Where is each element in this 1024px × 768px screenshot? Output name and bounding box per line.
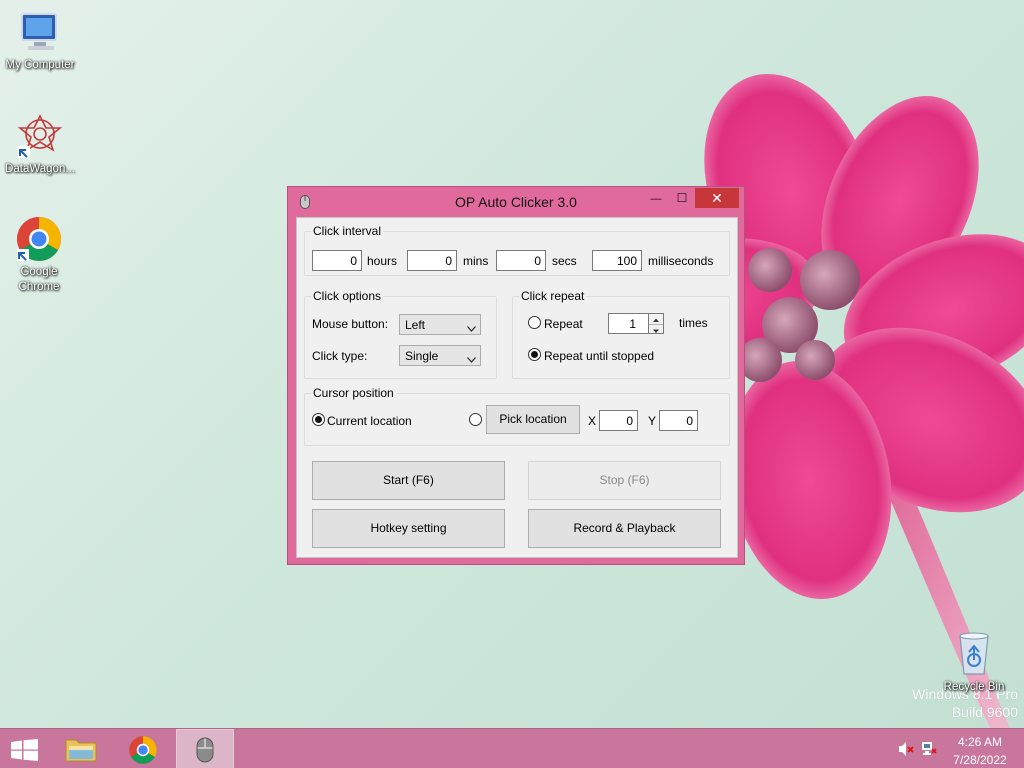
click-type-select[interactable]: Single xyxy=(399,345,481,366)
click-interval-label: Click interval xyxy=(311,224,384,238)
mouse-button-select[interactable]: Left xyxy=(399,314,481,335)
taskbar-op-auto-clicker[interactable] xyxy=(176,729,234,768)
milliseconds-unit: milliseconds xyxy=(648,254,714,268)
repeat-label[interactable]: Repeat xyxy=(544,317,583,331)
maximize-button[interactable]: ☐ xyxy=(669,188,695,208)
desktop-icon-google-chrome[interactable]: Google Chrome xyxy=(0,215,79,295)
mins-unit: mins xyxy=(463,254,489,268)
network-icon[interactable] xyxy=(921,741,937,760)
mouse-icon xyxy=(196,737,214,766)
desktop-icon-label: Google Chrome xyxy=(18,266,60,293)
secs-input[interactable]: 0 xyxy=(496,250,546,271)
times-label: times xyxy=(679,316,708,330)
chrome-icon xyxy=(128,735,158,768)
taskbar-clock[interactable]: 4:26 AM 7/28/2022 xyxy=(946,734,1014,768)
hours-unit: hours xyxy=(367,254,398,268)
clock-time: 4:26 AM xyxy=(957,735,1003,749)
speaker-muted-icon[interactable] xyxy=(898,741,914,760)
desktop-icon-datawagon[interactable]: DataWagon... xyxy=(0,112,80,177)
desktop-icon-recycle-bin[interactable]: Recycle Bin xyxy=(934,630,1014,695)
repeat-count-spinner[interactable] xyxy=(649,313,664,334)
record-playback-button[interactable]: Record & Playback xyxy=(528,509,721,548)
watermark-build: Build 9600 xyxy=(951,704,1018,720)
chevron-down-icon xyxy=(467,352,476,366)
pick-location-button[interactable]: Pick location xyxy=(486,405,580,434)
window-titlebar[interactable]: OP Auto Clicker 3.0 — ☐ ✕ xyxy=(288,187,744,217)
chevron-down-icon xyxy=(467,321,476,335)
repeat-until-stopped-label[interactable]: Repeat until stopped xyxy=(544,349,654,363)
minimize-button[interactable]: — xyxy=(643,188,669,208)
repeat-radio[interactable] xyxy=(528,316,541,329)
click-type-label: Click type: xyxy=(312,349,368,363)
click-options-group: Click options xyxy=(304,289,497,379)
chrome-icon xyxy=(15,215,63,263)
clock-date: 7/28/2022 xyxy=(953,753,1007,767)
desktop-icon-label: Recycle Bin xyxy=(943,681,1005,693)
spin-up-icon[interactable] xyxy=(649,314,663,324)
desktop-icon-my-computer[interactable]: My Computer xyxy=(0,8,80,73)
desktop-icon-label: DataWagon... xyxy=(5,163,75,175)
hours-input[interactable]: 0 xyxy=(312,250,362,271)
cursor-position-label: Cursor position xyxy=(311,386,396,400)
click-type-value: Single xyxy=(405,349,439,363)
y-label: Y xyxy=(648,414,657,428)
pick-location-radio[interactable] xyxy=(469,413,482,426)
x-label: X xyxy=(588,414,597,428)
taskbar: 4:26 AM 7/28/2022 xyxy=(0,728,1024,768)
repeat-count-input[interactable]: 1 xyxy=(608,313,649,334)
milliseconds-input[interactable]: 100 xyxy=(592,250,642,271)
y-coordinate-input[interactable]: 0 xyxy=(659,410,698,431)
folder-icon xyxy=(65,736,97,765)
mouse-button-value: Left xyxy=(405,318,426,332)
current-location-label[interactable]: Current location xyxy=(327,414,412,428)
repeat-until-stopped-radio[interactable] xyxy=(528,348,541,361)
op-auto-clicker-window: OP Auto Clicker 3.0 — ☐ ✕ Click interval… xyxy=(287,186,745,565)
x-coordinate-input[interactable]: 0 xyxy=(599,410,638,431)
window-client-area: Click interval 0 hours 0 mins 0 secs 100… xyxy=(296,217,738,558)
start-menu-button[interactable] xyxy=(0,729,58,768)
click-repeat-group: Click repeat xyxy=(512,289,730,379)
datawagon-icon xyxy=(16,112,64,160)
stop-button[interactable]: Stop (F6) xyxy=(528,461,721,500)
desktop-icon-label: My Computer xyxy=(5,59,75,71)
windows-logo-icon xyxy=(11,739,39,764)
mouse-button-label: Mouse button: xyxy=(312,317,389,331)
start-button[interactable]: Start (F6) xyxy=(312,461,505,500)
taskbar-file-explorer[interactable] xyxy=(52,729,110,768)
click-options-label: Click options xyxy=(311,289,384,303)
hotkey-setting-button[interactable]: Hotkey setting xyxy=(312,509,505,548)
computer-icon xyxy=(16,8,64,56)
close-button[interactable]: ✕ xyxy=(695,188,739,208)
secs-unit: secs xyxy=(552,254,577,268)
taskbar-chrome[interactable] xyxy=(114,729,172,768)
spin-down-icon[interactable] xyxy=(649,324,663,334)
click-repeat-label: Click repeat xyxy=(519,289,587,303)
mins-input[interactable]: 0 xyxy=(407,250,457,271)
current-location-radio[interactable] xyxy=(312,413,325,426)
recycle-bin-icon xyxy=(950,630,998,678)
